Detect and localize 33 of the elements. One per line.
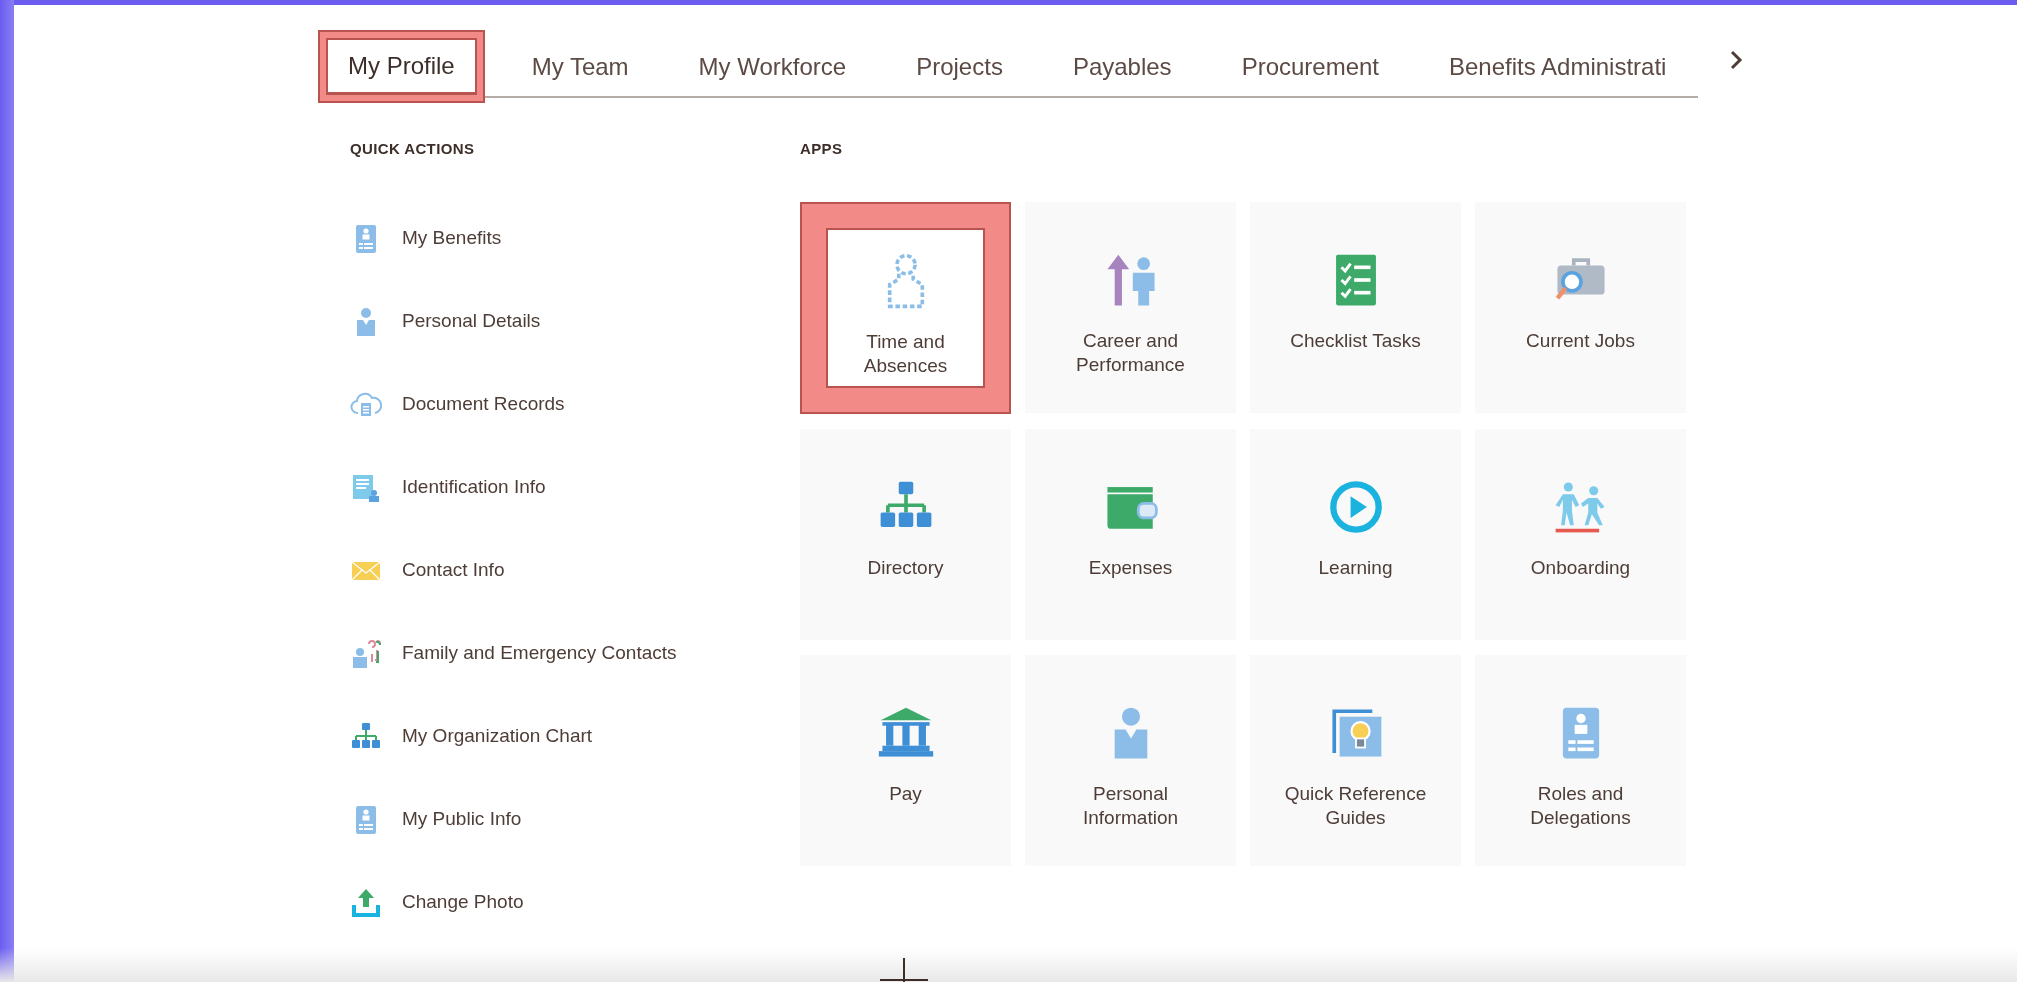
app-tile[interactable]: Expenses <box>1025 429 1236 640</box>
tab[interactable]: My Team <box>496 38 664 95</box>
app-tile[interactable]: Pay <box>800 655 1011 866</box>
app-tile[interactable]: Personal Information <box>1025 655 1236 866</box>
tab[interactable]: My Workforce <box>663 38 882 95</box>
quick-action-link[interactable]: Family and Emergency Contacts <box>350 612 800 695</box>
quick-action-link[interactable]: My Organization Chart <box>350 695 800 778</box>
tab[interactable]: Projects <box>881 38 1038 95</box>
quick-action-link[interactable]: Identification Info <box>350 446 800 529</box>
chevron-right-icon <box>1729 49 1743 71</box>
plus-icon <box>880 958 928 982</box>
quick-action-link[interactable]: My Public Info <box>350 778 800 861</box>
app-tile[interactable]: Quick Reference Guides <box>1250 655 1461 866</box>
quick-action-link[interactable]: My Benefits <box>350 197 800 280</box>
tab[interactable]: Payables <box>1037 38 1207 95</box>
app-tile[interactable]: Checklist Tasks <box>1250 202 1461 413</box>
app-tile[interactable]: Roles and Delegations <box>1475 655 1686 866</box>
section-heading: QUICK ACTIONS <box>350 139 476 159</box>
section-heading: APPS <box>800 139 844 159</box>
tab[interactable]: Benefits Administrati <box>1414 38 1702 95</box>
quick-action-link[interactable]: Document Records <box>350 363 800 446</box>
app-tile[interactable]: Time and Absences <box>826 228 985 388</box>
tab[interactable]: My Profile <box>326 38 477 95</box>
app-tile[interactable]: Current Jobs <box>1475 202 1686 413</box>
tab[interactable]: Procurement <box>1206 38 1414 95</box>
family-icon <box>350 637 382 670</box>
app-tile[interactable]: Career and Performance <box>1025 202 1236 413</box>
quick-action-link[interactable]: Contact Info <box>350 529 800 612</box>
app-tile[interactable]: Onboarding <box>1475 429 1686 640</box>
quick-action-link[interactable]: Change Photo <box>350 861 800 944</box>
app-tile[interactable]: Learning <box>1250 429 1461 640</box>
quick-action-link[interactable]: Personal Details <box>350 280 800 363</box>
app-tile[interactable]: Directory <box>800 429 1011 640</box>
